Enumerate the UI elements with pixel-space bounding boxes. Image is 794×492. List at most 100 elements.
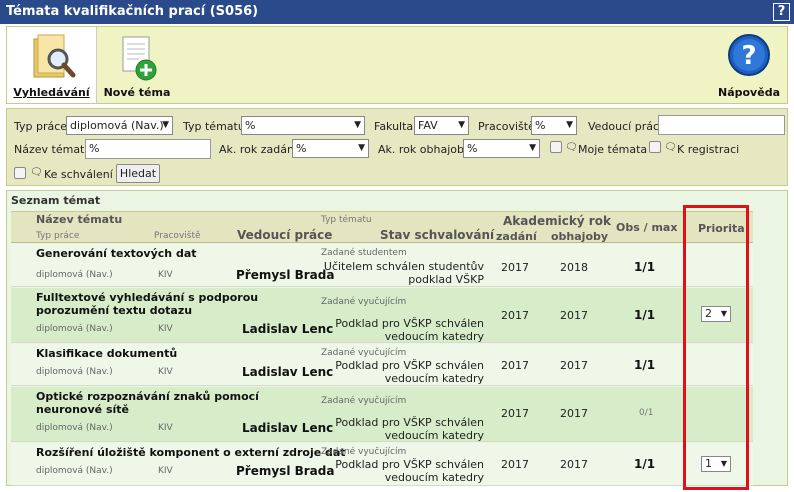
topic-dept: KIV — [158, 367, 173, 377]
header-stav: Stav schvalování — [380, 228, 495, 242]
help-label: Nápověda — [718, 86, 780, 99]
search-tab-label: Vyhledávání — [13, 86, 90, 99]
table-row[interactable]: Optické rozpoznávání znaků pomocí neuron… — [11, 387, 753, 442]
year-obhajoby: 2017 — [560, 458, 588, 471]
approval-status: Podklad pro VŠKP schválen vedoucím katedr… — [319, 317, 484, 343]
vedouci-input[interactable] — [658, 115, 785, 135]
year-zadani: 2017 — [501, 261, 529, 274]
status-line-2: vedoucím katedry — [384, 429, 484, 442]
rok-zadani-label: Ak. rok zadání — [219, 143, 298, 156]
topic-dept: KIV — [158, 324, 173, 334]
table-row[interactable]: Fulltextové vyhledávání s podporou poroz… — [11, 288, 753, 343]
priority-select[interactable]: 2 ▼ — [701, 306, 731, 322]
search-tab[interactable]: Vyhledávání — [7, 27, 97, 103]
obs-max: 1/1 — [634, 358, 656, 372]
topic-name[interactable]: Optické rozpoznávání znaků pomocí neuron… — [36, 390, 306, 416]
rok-obhajoby-select[interactable]: % ▼ — [463, 139, 540, 158]
nazev-label: Název tématu — [14, 143, 92, 156]
svg-text:?: ? — [741, 41, 756, 71]
moje-temata-checkbox[interactable] — [550, 141, 562, 153]
fakulta-select[interactable]: FAV ▼ — [414, 116, 469, 135]
rok-zadani-value: % — [296, 142, 307, 155]
status-line-1: Učitelem schválen studentův — [323, 260, 484, 273]
k-registraci-checkbox[interactable] — [649, 141, 661, 153]
year-zadani: 2017 — [501, 458, 529, 471]
table-header: Název tématu Typ práce Pracoviště Vedouc… — [11, 211, 753, 243]
k-registraci-label: K registraci — [677, 143, 740, 156]
topic-dept: KIV — [158, 466, 173, 476]
topic-dept: KIV — [158, 423, 173, 433]
status-line-1: Podklad pro VŠKP schválen — [335, 317, 484, 330]
header-typ-prace: Typ práce — [36, 231, 80, 241]
year-obhajoby: 2018 — [560, 261, 588, 274]
topic-kind: Zadané vyučujícím — [321, 348, 407, 358]
help-button[interactable]: ? Nápověda — [709, 27, 789, 103]
topic-name[interactable]: Klasifikace dokumentů — [36, 347, 177, 360]
header-obs-max: Obs / max — [616, 221, 678, 234]
rok-zadani-select[interactable]: % ▼ — [292, 139, 369, 158]
year-obhajoby: 2017 — [560, 359, 588, 372]
new-topic-label: Nové téma — [103, 86, 171, 99]
window-titlebar: Témata kvalifikačních prací (S056) ? — [0, 0, 794, 24]
help-icon[interactable]: ? — [773, 3, 790, 21]
status-line-1: Podklad pro VŠKP schválen — [335, 416, 484, 429]
chevron-down-icon: ▼ — [354, 120, 361, 130]
nazev-input[interactable]: % — [85, 139, 211, 159]
priority-value: 1 — [705, 457, 712, 470]
year-zadani: 2017 — [501, 359, 529, 372]
header-priorita: Priorita — [698, 222, 745, 235]
pracoviste-label: Pracoviště — [478, 120, 535, 133]
approval-status: Učitelem schválen studentův podklad VŠKP — [319, 260, 484, 286]
typ-prace-label: Typ práce — [14, 120, 68, 133]
chevron-down-icon: ▼ — [720, 309, 727, 318]
rok-obhajoby-value: % — [467, 142, 478, 155]
header-ak-rok: Akademický rok — [503, 214, 611, 228]
status-line-2: vedoucím katedry — [384, 372, 484, 385]
window-title: Témata kvalifikačních prací (S056) — [6, 4, 259, 19]
topic-type: diplomová (Nav.) — [36, 367, 113, 377]
new-topic-button[interactable]: Nové téma — [97, 27, 177, 103]
ke-schvaleni-checkbox[interactable] — [14, 167, 26, 179]
filter-panel: Typ práce diplomová (Nav.) ▼ Typ tématu %… — [6, 108, 788, 186]
status-line-1: Podklad pro VŠKP schválen — [335, 458, 484, 471]
obs-max: 1/1 — [634, 308, 656, 322]
typ-prace-value: diplomová (Nav.) — [70, 119, 164, 132]
obs-max: 1/1 — [634, 260, 656, 274]
pracoviste-select[interactable]: % ▼ — [531, 116, 577, 135]
speech-bubble-icon: 🗨 — [664, 142, 677, 153]
table-row[interactable]: Generování textových dat diplomová (Nav.… — [11, 244, 753, 287]
topic-kind: Zadané studentem — [321, 248, 407, 258]
year-obhajoby: 2017 — [560, 407, 588, 420]
topic-name[interactable]: Generování textových dat — [36, 247, 197, 260]
topic-kind: Zadané vyučujícím — [321, 297, 407, 307]
speech-bubble-icon: 🗨 — [565, 142, 578, 153]
obs-max: 0/1 — [639, 408, 654, 418]
year-obhajoby: 2017 — [560, 309, 588, 322]
topic-name[interactable]: Rozšíření úložiště komponent o externí z… — [36, 446, 346, 459]
chevron-down-icon: ▼ — [358, 143, 365, 153]
approval-status: Podklad pro VŠKP schválen vedoucím katedr… — [319, 416, 484, 442]
table-row[interactable]: Klasifikace dokumentů diplomová (Nav.) K… — [11, 344, 753, 386]
toolbar: Vyhledávání Nové téma ? Nápověda — [6, 26, 788, 104]
status-line-2: podklad VŠKP — [408, 273, 484, 286]
chevron-down-icon: ▼ — [529, 143, 536, 153]
header-obhajoby: obhajoby — [551, 230, 609, 243]
priority-value: 2 — [705, 307, 712, 320]
typ-tematu-select[interactable]: % ▼ — [241, 116, 365, 135]
search-button[interactable]: Hledat — [116, 164, 160, 183]
chevron-down-icon: ▼ — [566, 120, 573, 130]
ke-schvaleni-label: Ke schválení — [44, 168, 113, 181]
approval-status: Podklad pro VŠKP schválen vedoucím katedr… — [319, 359, 484, 385]
topic-kind: Zadané vyučujícím — [321, 447, 407, 457]
priority-select[interactable]: 1 ▼ — [701, 456, 731, 472]
folder-search-icon — [33, 34, 75, 78]
vedouci-label: Vedoucí práce — [588, 120, 666, 133]
status-line-2: vedoucím katedry — [384, 471, 484, 484]
topic-type: diplomová (Nav.) — [36, 423, 113, 433]
new-document-icon — [122, 36, 157, 81]
topic-name[interactable]: Fulltextové vyhledávání s podporou poroz… — [36, 291, 286, 317]
topic-kind: Zadané vyučujícím — [321, 396, 407, 406]
table-row[interactable]: Rozšíření úložiště komponent o externí z… — [11, 443, 753, 486]
year-zadani: 2017 — [501, 309, 529, 322]
typ-prace-select[interactable]: diplomová (Nav.) ▼ — [66, 116, 173, 135]
